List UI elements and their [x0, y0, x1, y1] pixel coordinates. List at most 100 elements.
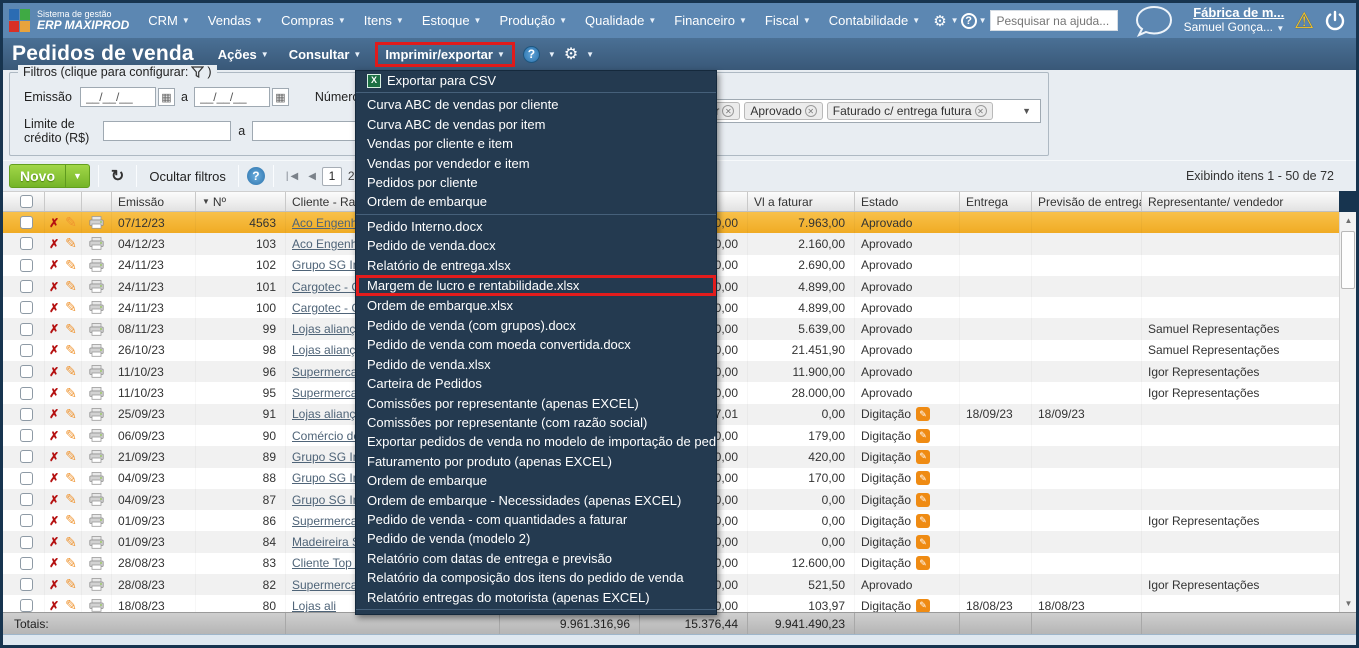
- help-search-input[interactable]: [990, 10, 1118, 31]
- print-row-icon[interactable]: [89, 365, 104, 378]
- edit-estado-icon[interactable]: ✎: [916, 429, 930, 443]
- header-entrega[interactable]: Entrega: [960, 192, 1032, 211]
- edit-row-icon[interactable]: ✎: [65, 406, 77, 423]
- current-page[interactable]: 1: [322, 167, 342, 186]
- menu-item[interactable]: Curva ABC de vendas por cliente: [356, 95, 716, 114]
- cliente-link[interactable]: Aco Engenha: [292, 237, 364, 251]
- menu-item[interactable]: Relatório de entrega.xlsx: [356, 256, 716, 275]
- cliente-link[interactable]: Comércio de: [292, 429, 360, 443]
- cliente-link[interactable]: Lojas aliança: [292, 343, 362, 357]
- row-checkbox[interactable]: [20, 450, 33, 463]
- delete-row-icon[interactable]: ✗: [49, 216, 59, 230]
- row-checkbox[interactable]: [20, 536, 33, 549]
- print-row-icon[interactable]: [89, 557, 104, 570]
- menu-item[interactable]: Relatório entregas do motorista (apenas …: [356, 588, 716, 607]
- cliente-link[interactable]: Grupo SG In: [292, 493, 359, 507]
- row-checkbox[interactable]: [20, 259, 33, 272]
- print-row-icon[interactable]: [89, 237, 104, 250]
- menu-consultar[interactable]: Consultar▼: [279, 47, 372, 62]
- row-checkbox[interactable]: [20, 280, 33, 293]
- delete-row-icon[interactable]: ✗: [49, 237, 59, 251]
- scroll-up-icon[interactable]: ▲: [1340, 212, 1357, 229]
- page-help-icon[interactable]: ?: [523, 46, 540, 63]
- navbar-menu-produção[interactable]: Produção▼: [490, 13, 576, 28]
- header-previsao[interactable]: Previsão de entrega: [1032, 192, 1142, 211]
- select-all-checkbox[interactable]: [20, 195, 33, 208]
- print-row-icon[interactable]: [89, 450, 104, 463]
- refresh-icon[interactable]: ↻: [107, 166, 128, 186]
- edit-row-icon[interactable]: ✎: [65, 321, 77, 338]
- header-numero[interactable]: ▼Nº: [196, 192, 286, 211]
- edit-row-icon[interactable]: ✎: [65, 427, 77, 444]
- print-row-icon[interactable]: [89, 387, 104, 400]
- print-row-icon[interactable]: [89, 578, 104, 591]
- delete-row-icon[interactable]: ✗: [49, 365, 59, 379]
- navbar-menu-compras[interactable]: Compras▼: [272, 13, 355, 28]
- menu-item[interactable]: Vendas por cliente e item: [356, 134, 716, 153]
- edit-row-icon[interactable]: ✎: [65, 448, 77, 465]
- navbar-menu-itens[interactable]: Itens▼: [355, 13, 413, 28]
- menu-item[interactable]: Pedido de venda com moeda convertida.doc…: [356, 335, 716, 354]
- delete-row-icon[interactable]: ✗: [49, 471, 59, 485]
- delete-row-icon[interactable]: ✗: [49, 280, 59, 294]
- delete-row-icon[interactable]: ✗: [49, 514, 59, 528]
- print-row-icon[interactable]: [89, 514, 104, 527]
- menu-item[interactable]: Exportar pedidos de venda no modelo de i…: [356, 432, 716, 451]
- edit-row-icon[interactable]: ✎: [65, 385, 77, 402]
- row-checkbox[interactable]: [20, 557, 33, 570]
- menu-item[interactable]: Pedido de venda.docx: [356, 236, 716, 255]
- header-representante[interactable]: Representante/ vendedor: [1142, 192, 1339, 211]
- print-row-icon[interactable]: [89, 493, 104, 506]
- menu-item[interactable]: Ordem de embarque.xlsx: [356, 296, 716, 315]
- delete-row-icon[interactable]: ✗: [49, 322, 59, 336]
- edit-estado-icon[interactable]: ✎: [916, 514, 930, 528]
- menu-item[interactable]: Ordem de embarque: [356, 471, 716, 490]
- delete-row-icon[interactable]: ✗: [49, 535, 59, 549]
- header-emissao[interactable]: Emissão: [112, 192, 196, 211]
- ocultar-filtros-button[interactable]: Ocultar filtros: [145, 169, 230, 184]
- print-row-icon[interactable]: [89, 408, 104, 421]
- navbar-menu-vendas[interactable]: Vendas▼: [199, 13, 272, 28]
- cliente-link[interactable]: Lojas aliança: [292, 407, 362, 421]
- row-checkbox[interactable]: [20, 578, 33, 591]
- edit-row-icon[interactable]: ✎: [65, 278, 77, 295]
- edit-row-icon[interactable]: ✎: [65, 470, 77, 487]
- calendar-icon[interactable]: ▦: [158, 88, 175, 106]
- menu-item[interactable]: Ordem de embarque: [356, 192, 716, 211]
- row-checkbox[interactable]: [20, 365, 33, 378]
- edit-row-icon[interactable]: ✎: [65, 235, 77, 252]
- page-gear-caret-icon[interactable]: ▼: [586, 50, 594, 59]
- emissao-from-input[interactable]: [80, 87, 156, 107]
- user-menu[interactable]: Samuel Gonça... ▼: [1184, 20, 1285, 36]
- print-row-icon[interactable]: [89, 301, 104, 314]
- row-checkbox[interactable]: [20, 493, 33, 506]
- edit-row-icon[interactable]: ✎: [65, 491, 77, 508]
- row-checkbox[interactable]: [20, 599, 33, 612]
- vertical-scrollbar[interactable]: ▲ ▼: [1339, 212, 1356, 612]
- cliente-link[interactable]: Aco Engenha: [292, 216, 364, 230]
- remove-pill-icon[interactable]: ✕: [805, 105, 817, 117]
- edit-estado-icon[interactable]: ✎: [916, 599, 930, 612]
- row-checkbox[interactable]: [20, 301, 33, 314]
- navbar-menu-financeiro[interactable]: Financeiro▼: [665, 13, 756, 28]
- remove-pill-icon[interactable]: ✕: [722, 105, 734, 117]
- cliente-link[interactable]: Cliente Top -: [292, 556, 359, 570]
- print-row-icon[interactable]: [89, 472, 104, 485]
- row-checkbox[interactable]: [20, 344, 33, 357]
- remove-pill-icon[interactable]: ✕: [975, 105, 987, 117]
- cliente-link[interactable]: Cargotec - C: [292, 280, 360, 294]
- row-checkbox[interactable]: [20, 387, 33, 400]
- chat-bubble-icon[interactable]: [1134, 4, 1174, 38]
- edit-row-icon[interactable]: ✎: [65, 597, 77, 612]
- menu-imprimir-exportar[interactable]: Imprimir/exportar▼: [375, 42, 515, 67]
- edit-estado-icon[interactable]: ✎: [916, 556, 930, 570]
- menu-item[interactable]: Curva ABC de vendas por item: [356, 115, 716, 134]
- row-checkbox[interactable]: [20, 429, 33, 442]
- first-page-icon[interactable]: |◀: [286, 171, 300, 182]
- print-row-icon[interactable]: [89, 323, 104, 336]
- menu-item[interactable]: Carteira de Pedidos: [356, 374, 716, 393]
- emissao-to-input[interactable]: [194, 87, 270, 107]
- delete-row-icon[interactable]: ✗: [49, 429, 59, 443]
- menu-acoes[interactable]: Ações▼: [208, 47, 279, 62]
- edit-row-icon[interactable]: ✎: [65, 257, 77, 274]
